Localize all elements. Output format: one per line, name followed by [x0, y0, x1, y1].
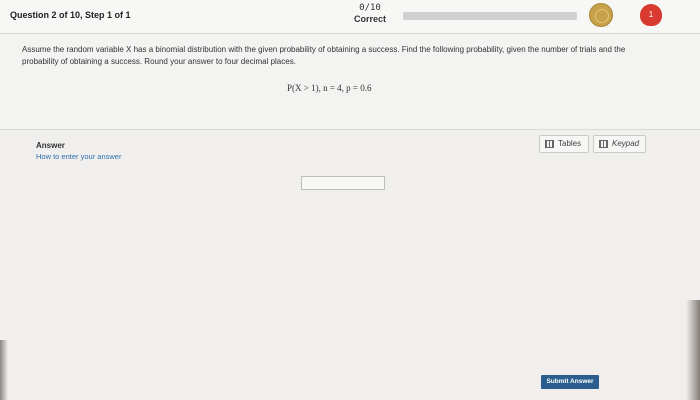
- question-step-label: Question 2 of 10, Step 1 of 1: [10, 10, 131, 20]
- heart-icon[interactable]: 1: [640, 4, 662, 26]
- answer-label: Answer: [36, 141, 65, 150]
- help-link[interactable]: How to enter your answer: [36, 152, 121, 161]
- keypad-icon: [599, 140, 608, 148]
- question-text: Assume the random variable X has a binom…: [22, 45, 626, 66]
- score-display: 0/10: [359, 3, 381, 13]
- tables-button[interactable]: Tables: [539, 135, 589, 153]
- answer-input[interactable]: [301, 176, 385, 190]
- table-icon: [545, 140, 554, 148]
- question-panel: Assume the random variable X has a binom…: [0, 34, 700, 130]
- keypad-label: Keypad: [612, 139, 640, 148]
- question-formula: P(X > 1), n = 4, p = 0.6: [287, 83, 372, 93]
- coin-icon[interactable]: [589, 3, 613, 27]
- progress-bar: [403, 12, 577, 20]
- screen-edge-shadow-left: [0, 340, 8, 400]
- tables-label: Tables: [558, 139, 582, 148]
- status-label: Correct: [353, 14, 386, 24]
- keypad-button[interactable]: Keypad: [593, 135, 646, 153]
- submit-answer-button[interactable]: Submit Answer: [541, 375, 599, 389]
- top-bar: Question 2 of 10, Step 1 of 1 0/10 Corre…: [0, 0, 700, 34]
- screen-edge-shadow: [686, 300, 700, 400]
